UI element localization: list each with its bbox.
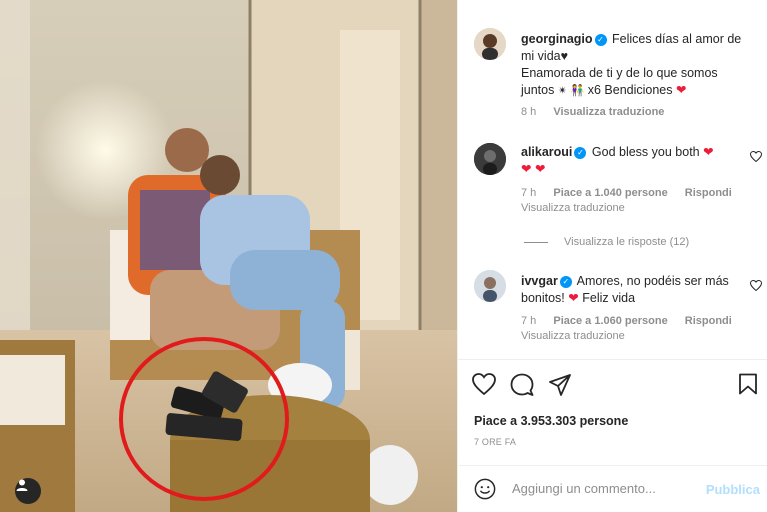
caption-meta: 8 h Visualizza traduzione [521, 106, 678, 118]
action-bar [472, 373, 762, 399]
comment-translate-link[interactable]: Visualizza traduzione [521, 330, 625, 342]
add-comment-bar: Pubblica [458, 466, 767, 512]
section-divider [458, 359, 767, 360]
comment-text-line-2b: Feliz vida [582, 291, 636, 305]
likes-count[interactable]: Piace a 3.953.303 persone [474, 414, 628, 428]
share-icon[interactable] [548, 373, 572, 397]
comment-likes[interactable]: Piace a 1.060 persone [553, 315, 667, 327]
comment-text-line-2a: bonitos! [521, 291, 565, 305]
comment-item: alikaroui ✓ God bless you both ❤ ❤ ❤ [521, 144, 736, 178]
author-avatar[interactable] [474, 28, 506, 60]
comment-time: 7 h [521, 315, 537, 327]
caption-translate-link[interactable]: Visualizza traduzione [553, 106, 664, 118]
caption-time: 8 h [521, 106, 537, 118]
comment-input[interactable] [510, 480, 704, 497]
verified-badge-icon: ✓ [559, 275, 572, 288]
reply-button[interactable]: Rispondi [685, 315, 732, 327]
comment-meta: 7 h Piace a 1.040 persone Rispondi [521, 187, 746, 199]
post-caption: georginagio ✓ Felices días al amor de mi … [521, 31, 761, 100]
heart-emoji-icon: ❤ [676, 83, 687, 97]
sparkle-emoji-icon: ✴ [557, 85, 568, 97]
user-tag-icon [16, 479, 28, 491]
caption-line-3: Enamorada de ti y de lo que somos [521, 66, 718, 80]
caption-line-1: Felices días al amor de [612, 32, 742, 46]
comment-like-heart-icon[interactable] [750, 151, 762, 162]
comment-time: 7 h [521, 187, 537, 199]
avatar-image [474, 28, 506, 60]
caption-line-2: mi vida♥ [521, 49, 569, 63]
comment-meta: 7 h Piace a 1.060 persone Rispondi [521, 315, 746, 327]
comment-text: God bless you both [591, 145, 700, 159]
caption-line-4a: juntos [521, 83, 555, 97]
publish-button[interactable]: Pubblica [706, 482, 760, 497]
caption-line-4b: x6 Bendiciones [587, 83, 673, 97]
commenter-avatar[interactable] [474, 143, 506, 175]
post-details-panel: georginagio ✓ Felices días al amor de mi … [457, 0, 767, 512]
view-replies-label: Visualizza le risposte (12) [564, 236, 690, 248]
comment-username[interactable]: alikaroui [521, 145, 572, 159]
couple-emoji-icon: 👫 [570, 85, 585, 97]
user-tag-button[interactable] [15, 478, 41, 504]
photo-scene [0, 0, 457, 512]
avatar-image [474, 270, 506, 302]
comment-item: ivvgar ✓ Amores, no podéis ser más bonito… [521, 273, 736, 307]
commenter-avatar[interactable] [474, 270, 506, 302]
emoji-icon[interactable] [474, 478, 496, 500]
verified-badge-icon: ✓ [594, 33, 607, 46]
comment-translate-link[interactable]: Visualizza traduzione [521, 202, 625, 214]
verified-badge-icon: ✓ [574, 146, 587, 159]
caption-username[interactable]: georginagio [521, 32, 593, 46]
post-photo[interactable] [0, 0, 457, 512]
heart-emoji-icon: ❤ [703, 145, 714, 159]
post-time-ago: 7 ORE FA [474, 437, 517, 447]
comment-text-line-1: Amores, no podéis ser más [576, 274, 729, 288]
heart-emoji-icon: ❤ ❤ [521, 162, 546, 176]
view-replies-button[interactable]: Visualizza le risposte (12) [524, 236, 689, 248]
bookmark-icon[interactable] [738, 373, 758, 395]
replies-divider [524, 241, 548, 243]
comment-like-heart-icon[interactable] [750, 280, 762, 291]
comment-username[interactable]: ivvgar [521, 274, 558, 288]
reply-button[interactable]: Rispondi [685, 187, 732, 199]
comment-likes[interactable]: Piace a 1.040 persone [553, 187, 667, 199]
avatar-image [474, 143, 506, 175]
heart-emoji-icon: ❤ [568, 291, 579, 305]
heart-icon[interactable] [472, 373, 496, 395]
comment-icon[interactable] [510, 373, 534, 397]
